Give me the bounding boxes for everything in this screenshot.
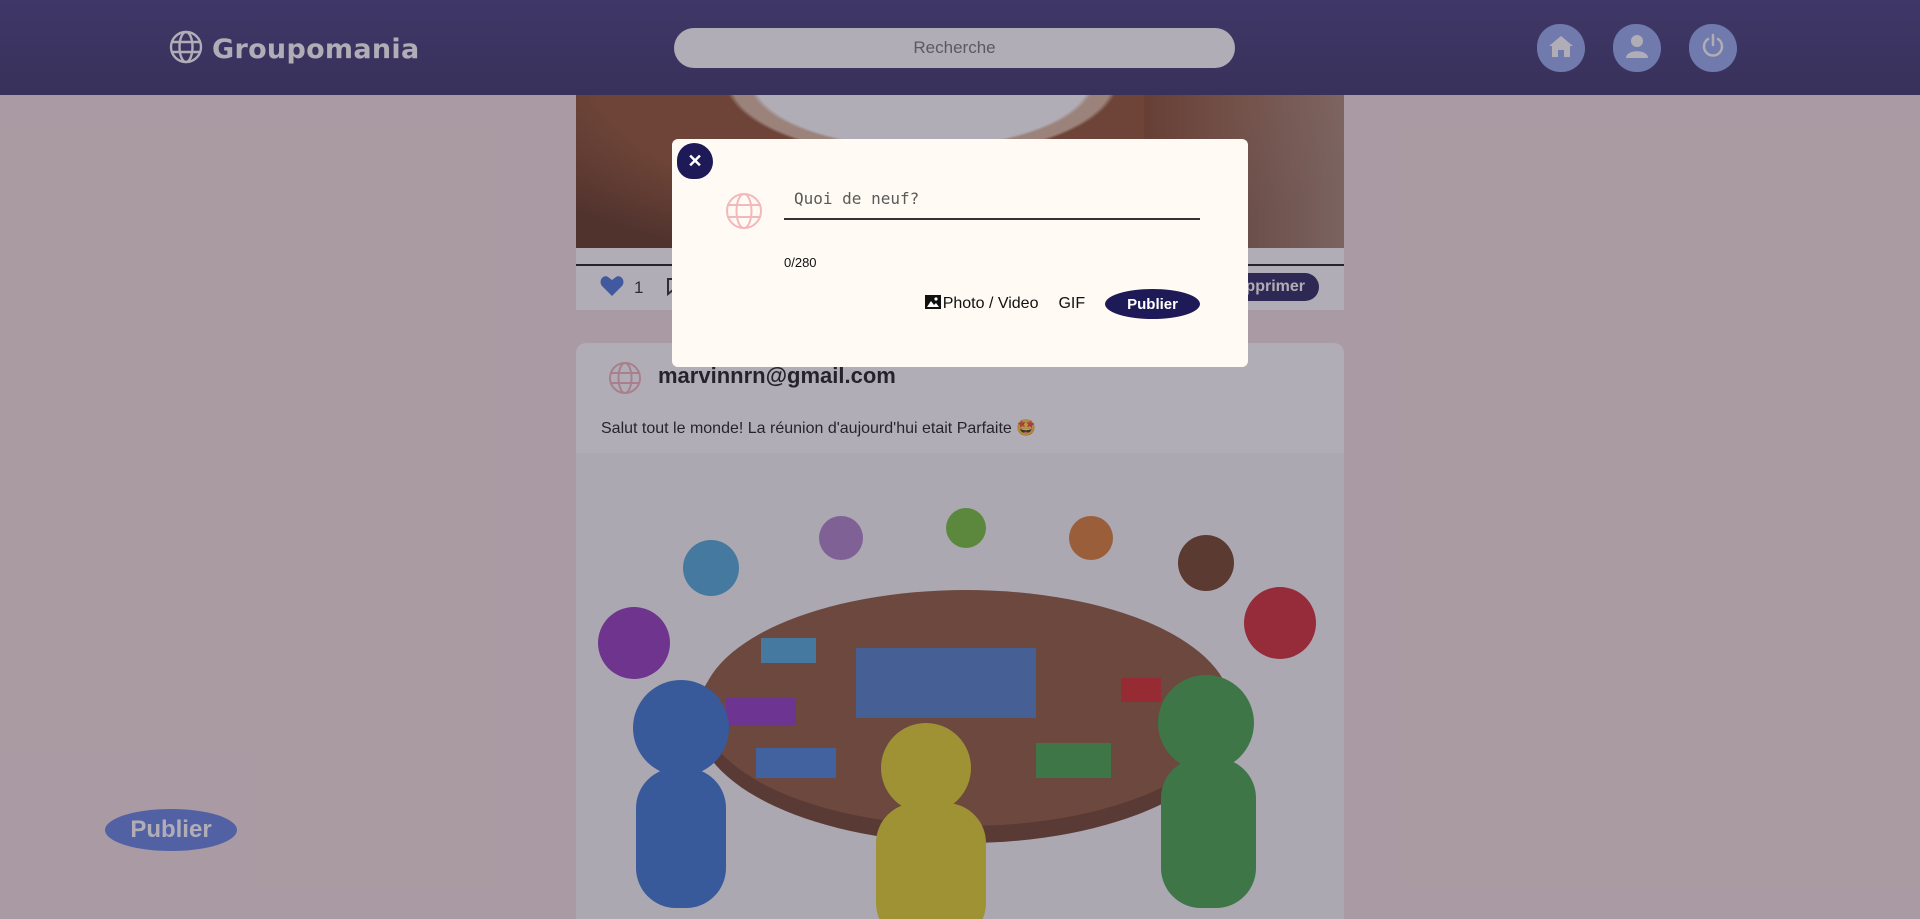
publish-button[interactable]: Publier — [1105, 289, 1200, 319]
close-button[interactable]: ✕ — [677, 143, 713, 179]
new-post-modal: ✕ 0/280 Photo / Video GIF Publier — [672, 139, 1248, 367]
modal-backdrop[interactable] — [0, 0, 1920, 919]
close-icon: ✕ — [687, 150, 703, 171]
photo-video-button[interactable]: Photo / Video — [924, 294, 1039, 314]
gif-button[interactable]: GIF — [1058, 295, 1085, 313]
post-composer-input[interactable] — [784, 178, 1200, 220]
photo-video-label: Photo / Video — [942, 295, 1039, 312]
avatar — [724, 191, 764, 231]
image-icon — [924, 294, 941, 314]
char-counter: 0/280 — [784, 255, 817, 270]
modal-actions: Photo / Video GIF Publier — [924, 289, 1200, 319]
